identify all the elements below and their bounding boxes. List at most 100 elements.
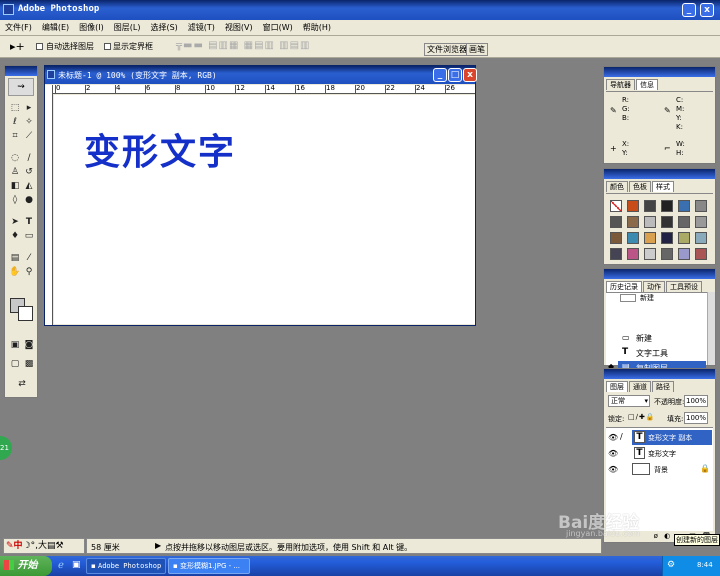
style-swatch[interactable] xyxy=(695,248,707,260)
style-swatch[interactable] xyxy=(610,200,622,212)
tab-channels[interactable]: 通道 xyxy=(629,381,651,392)
auto-select-checkbox[interactable] xyxy=(36,43,43,50)
tab-styles[interactable]: 样式 xyxy=(652,181,674,192)
taskbar-item-photoshop[interactable]: ▪ Adobe Photoshop xyxy=(86,558,166,574)
opacity-input[interactable]: 100% xyxy=(684,395,708,407)
keyboard-icon[interactable]: ▤ xyxy=(47,541,56,551)
tab-layers[interactable]: 图层 xyxy=(606,381,628,392)
menu-image[interactable]: 图像(I) xyxy=(74,20,109,36)
crop-tool-icon[interactable]: ⌗ xyxy=(9,130,21,142)
doc-minimize-button[interactable]: _ xyxy=(433,68,447,82)
style-swatch[interactable] xyxy=(627,200,639,212)
history-brush-tool-icon[interactable]: ↺ xyxy=(23,166,35,178)
ime-fullwidth[interactable]: 大 xyxy=(38,541,47,551)
quicklaunch-ie-icon[interactable]: ℯ xyxy=(58,560,64,571)
style-swatch[interactable] xyxy=(695,232,707,244)
align-icons[interactable]: ╦▬▬ ▤▥▦ ▦▤▥ ▥▤▥ xyxy=(176,40,311,51)
pen-tool-icon[interactable]: ♦ xyxy=(9,230,21,242)
quick-mask-icon[interactable]: ◙ xyxy=(23,339,35,351)
menu-edit[interactable]: 编辑(E) xyxy=(37,20,74,36)
eraser-tool-icon[interactable]: ◧ xyxy=(9,180,21,192)
move-tool-icon[interactable]: ▸ xyxy=(23,102,35,114)
moon-icon[interactable]: ☽ xyxy=(23,541,31,551)
history-item-selected[interactable]: ◆ ▤ 复制图层 xyxy=(606,361,706,375)
jump-to-imageready-icon[interactable]: ⇄ xyxy=(16,378,28,390)
minimize-button[interactable]: _ xyxy=(682,3,696,17)
palette-tab-brushes[interactable]: 画笔 xyxy=(466,43,488,56)
hand-tool-icon[interactable]: ✋ xyxy=(9,266,21,278)
close-button[interactable]: x xyxy=(700,3,714,17)
doc-maximize-button[interactable]: □ xyxy=(448,68,462,82)
fullscreen-mode-icon[interactable]: ▩ xyxy=(23,358,35,370)
tab-info[interactable]: 信息 xyxy=(636,79,658,90)
zoom-value[interactable]: 58 厘米 xyxy=(91,542,120,553)
style-swatch[interactable] xyxy=(610,248,622,260)
background-color-swatch[interactable] xyxy=(18,306,33,321)
tab-history[interactable]: 历史记录 xyxy=(606,281,642,292)
style-swatch[interactable] xyxy=(610,232,622,244)
style-swatch[interactable] xyxy=(661,232,673,244)
style-swatch[interactable] xyxy=(610,216,622,228)
eye-icon[interactable]: 👁 xyxy=(608,465,618,474)
style-swatch[interactable] xyxy=(627,232,639,244)
style-swatch[interactable] xyxy=(661,216,673,228)
tab-paths[interactable]: 路径 xyxy=(652,381,674,392)
tool-icon[interactable]: ⚒ xyxy=(56,541,64,551)
layer-row[interactable]: 👁 T 变形文字 xyxy=(606,446,713,461)
menu-file[interactable]: 文件(F) xyxy=(0,20,37,36)
layer-row[interactable]: 👁 背景 🔒 xyxy=(606,462,713,477)
menu-filter[interactable]: 滤镜(T) xyxy=(183,20,220,36)
taskbar-item-image[interactable]: ▪ 变形模糊1.JPG - ... xyxy=(168,558,250,574)
dodge-tool-icon[interactable]: ● xyxy=(23,194,35,206)
palette-tab-file-browser[interactable]: 文件浏览器 xyxy=(424,43,470,56)
tab-actions[interactable]: 动作 xyxy=(643,281,665,292)
quicklaunch-desktop-icon[interactable]: ▣ xyxy=(72,560,81,570)
style-swatch[interactable] xyxy=(644,200,656,212)
style-swatch[interactable] xyxy=(661,248,673,260)
style-swatch[interactable] xyxy=(678,200,690,212)
canvas[interactable]: 变形文字 xyxy=(54,95,475,324)
menu-select[interactable]: 选择(S) xyxy=(145,20,182,36)
tray-icon[interactable]: ⚙ xyxy=(667,560,675,570)
shape-tool-icon[interactable]: ▭ xyxy=(23,230,35,242)
style-swatch[interactable] xyxy=(695,216,707,228)
tab-color[interactable]: 颜色 xyxy=(606,181,628,192)
start-button[interactable]: 开始 xyxy=(0,556,52,576)
zoom-tool-icon[interactable]: ⚲ xyxy=(23,266,35,278)
style-swatch[interactable] xyxy=(627,216,639,228)
style-swatch[interactable] xyxy=(627,248,639,260)
marquee-tool-icon[interactable]: ⬚ xyxy=(9,102,21,114)
slice-tool-icon[interactable]: ⟋ xyxy=(23,130,35,142)
lasso-tool-icon[interactable]: ℓ xyxy=(9,116,21,128)
menu-view[interactable]: 视图(V) xyxy=(220,20,258,36)
style-swatch[interactable] xyxy=(644,248,656,260)
blur-tool-icon[interactable]: ◊ xyxy=(9,194,21,206)
menu-help[interactable]: 帮助(H) xyxy=(298,20,336,36)
menu-window[interactable]: 窗口(W) xyxy=(258,20,298,36)
history-scrollbar[interactable] xyxy=(707,292,715,365)
clone-stamp-tool-icon[interactable]: ♙ xyxy=(9,166,21,178)
ime-mode[interactable]: 中 xyxy=(14,541,23,551)
style-swatch[interactable] xyxy=(644,232,656,244)
style-swatch[interactable] xyxy=(661,200,673,212)
layer-row-selected[interactable]: 👁 ∕ T 变形文字 副本 xyxy=(606,430,713,445)
menu-layer[interactable]: 图层(L) xyxy=(109,20,146,36)
lock-icons[interactable]: □∕✚🔒 xyxy=(628,413,656,421)
tab-navigator[interactable]: 导航器 xyxy=(606,79,635,90)
status-arrow-icon[interactable]: ▶ xyxy=(155,541,161,550)
brush-tool-icon[interactable]: ∕ xyxy=(23,152,35,164)
history-item[interactable]: ▭ 新建 xyxy=(606,331,706,345)
tab-tool-presets[interactable]: 工具预设 xyxy=(666,281,702,292)
style-swatch[interactable] xyxy=(695,200,707,212)
style-swatch[interactable] xyxy=(644,216,656,228)
punct-icon[interactable]: °, xyxy=(31,541,38,551)
type-tool-icon[interactable]: T xyxy=(23,216,35,228)
doc-close-button[interactable]: x xyxy=(463,68,477,82)
blend-mode-select[interactable]: 正常 ▾ xyxy=(608,395,650,407)
fill-input[interactable]: 100% xyxy=(684,412,708,424)
show-bounds-checkbox[interactable] xyxy=(104,43,111,50)
style-swatch[interactable] xyxy=(678,232,690,244)
style-swatch[interactable] xyxy=(678,248,690,260)
tab-swatches[interactable]: 色板 xyxy=(629,181,651,192)
history-item[interactable]: T 文字工具 xyxy=(606,346,706,360)
